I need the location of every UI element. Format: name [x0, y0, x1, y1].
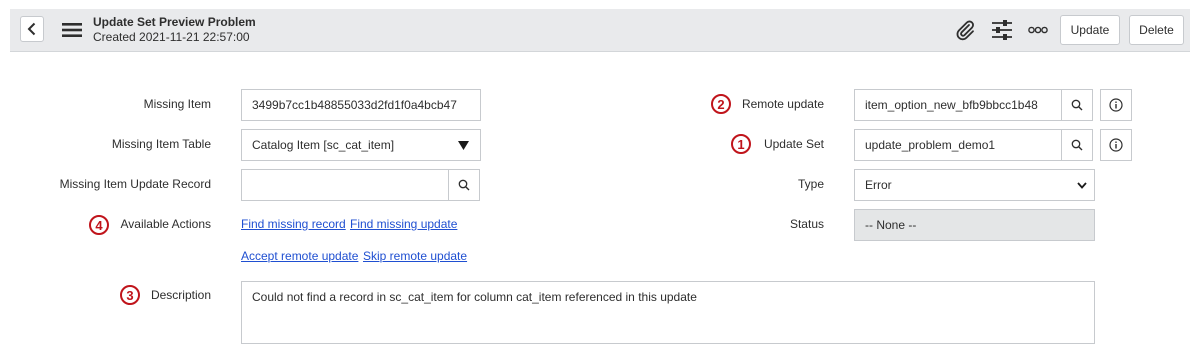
page-title: Update Set Preview Problem [93, 15, 256, 29]
remote-update-field[interactable]: item_option_new_bfb9bbcc1b48 [854, 89, 1062, 121]
dropdown-arrow-icon [458, 141, 469, 150]
find-missing-record-link[interactable]: Find missing record [241, 217, 346, 231]
accept-remote-update-link[interactable]: Accept remote update [241, 249, 358, 263]
delete-button[interactable]: Delete [1129, 15, 1184, 45]
form-header: Update Set Preview Problem Created 2021-… [10, 9, 1190, 52]
status-field: -- None -- [854, 209, 1095, 241]
status-label: Status [789, 217, 824, 231]
annotation-marker-4: 4 [89, 215, 109, 235]
remote-update-label: Remote update [741, 97, 824, 111]
missing-item-table-value: Catalog Item [sc_cat_item] [252, 138, 395, 152]
find-missing-update-link[interactable]: Find missing update [350, 217, 457, 231]
search-icon [1071, 99, 1083, 111]
update-set-field[interactable]: update_problem_demo1 [854, 129, 1062, 161]
description-label: Description [150, 288, 211, 302]
missing-item-update-record-label: Missing Item Update Record [59, 177, 211, 191]
update-button[interactable]: Update [1060, 15, 1120, 45]
type-value: Error [865, 178, 892, 192]
hamburger-menu-icon[interactable] [62, 22, 82, 38]
type-label: Type [797, 177, 824, 191]
missing-item-update-record-lookup-button[interactable] [448, 169, 480, 201]
chevron-down-icon [1077, 182, 1087, 189]
annotation-marker-3: 3 [120, 285, 140, 305]
created-timestamp: Created 2021-11-21 22:57:00 [93, 30, 250, 44]
annotation-marker-1: 1 [731, 134, 751, 154]
info-icon [1109, 138, 1123, 152]
more-options-icon[interactable] [1028, 24, 1048, 36]
skip-remote-update-link[interactable]: Skip remote update [363, 249, 467, 263]
search-icon [458, 179, 470, 191]
update-set-label: Update Set [763, 137, 824, 151]
update-set-info-button[interactable] [1100, 129, 1132, 161]
description-textarea[interactable]: Could not find a record in sc_cat_item f… [241, 281, 1095, 344]
missing-item-update-record-field[interactable] [241, 169, 449, 201]
missing-item-field[interactable]: 3499b7cc1b48855033d2fd1f0a4bcb47 [241, 89, 481, 121]
remote-update-info-button[interactable] [1100, 89, 1132, 121]
annotation-marker-2: 2 [711, 94, 731, 114]
missing-item-label: Missing Item [143, 97, 211, 111]
remote-update-lookup-button[interactable] [1061, 89, 1093, 121]
info-icon [1109, 98, 1123, 112]
update-set-lookup-button[interactable] [1061, 129, 1093, 161]
missing-item-table-label: Missing Item Table [111, 137, 211, 151]
chevron-left-icon [27, 22, 36, 36]
personalize-form-icon[interactable] [991, 19, 1013, 41]
paperclip-icon[interactable] [954, 19, 976, 41]
search-icon [1071, 139, 1083, 151]
type-select[interactable]: Error [854, 169, 1095, 201]
back-button[interactable] [20, 16, 44, 42]
available-actions-label: Available Actions [120, 217, 211, 231]
missing-item-table-select[interactable]: Catalog Item [sc_cat_item] [241, 129, 481, 161]
